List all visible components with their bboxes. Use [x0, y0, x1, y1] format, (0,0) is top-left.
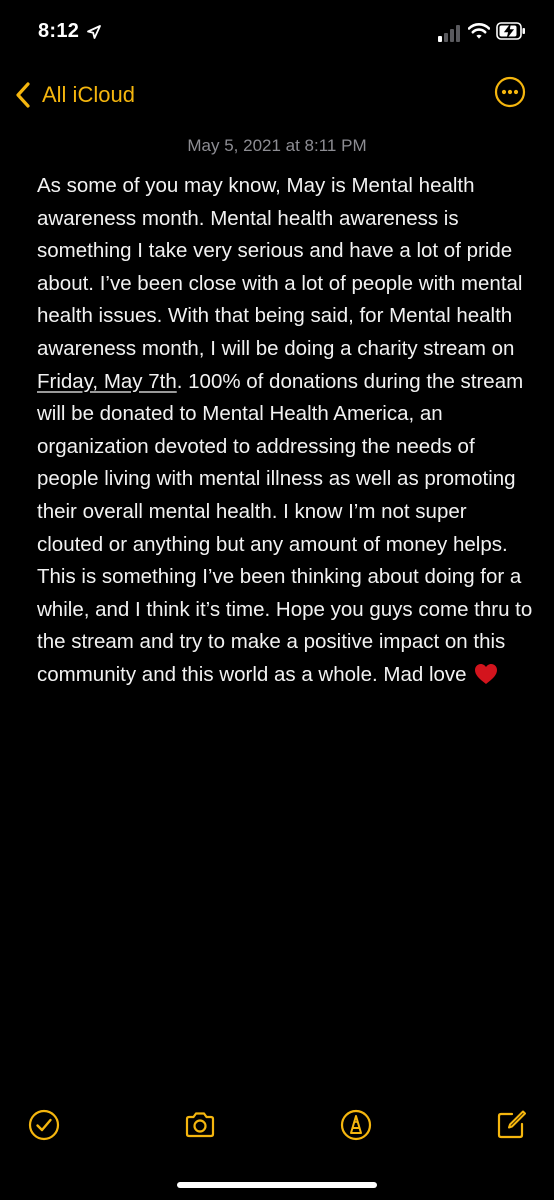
cellular-signal-icon [438, 25, 460, 42]
back-button-label: All iCloud [42, 82, 135, 107]
date-link[interactable]: Friday, May 7th [37, 370, 177, 393]
home-indicator[interactable] [177, 1182, 377, 1188]
note-text-part: . 100% of donations during the stream wi… [37, 369, 533, 686]
checklist-icon[interactable] [27, 1108, 61, 1142]
compose-icon[interactable] [494, 1108, 528, 1142]
red-heart-icon [475, 663, 498, 684]
note-text-part: As some of you may know, May is Mental h… [37, 174, 523, 360]
status-time: 8:12 [38, 20, 80, 42]
status-bar: 8:12 [0, 0, 554, 66]
ellipsis-circle-icon[interactable] [494, 76, 526, 108]
markup-icon[interactable] [339, 1108, 373, 1142]
bottom-toolbar [0, 1100, 554, 1150]
navigation-bar: All iCloud [0, 70, 554, 120]
back-button[interactable]: All iCloud [14, 78, 135, 112]
camera-icon[interactable] [183, 1108, 217, 1142]
chevron-left-icon [16, 82, 30, 108]
wifi-icon [468, 23, 490, 39]
note-body[interactable]: As some of you may know, May is Mental h… [37, 170, 537, 692]
note-date: May 5, 2021 at 8:11 PM [187, 136, 367, 155]
location-arrow-icon [87, 25, 101, 39]
battery-charging-icon [496, 22, 525, 40]
